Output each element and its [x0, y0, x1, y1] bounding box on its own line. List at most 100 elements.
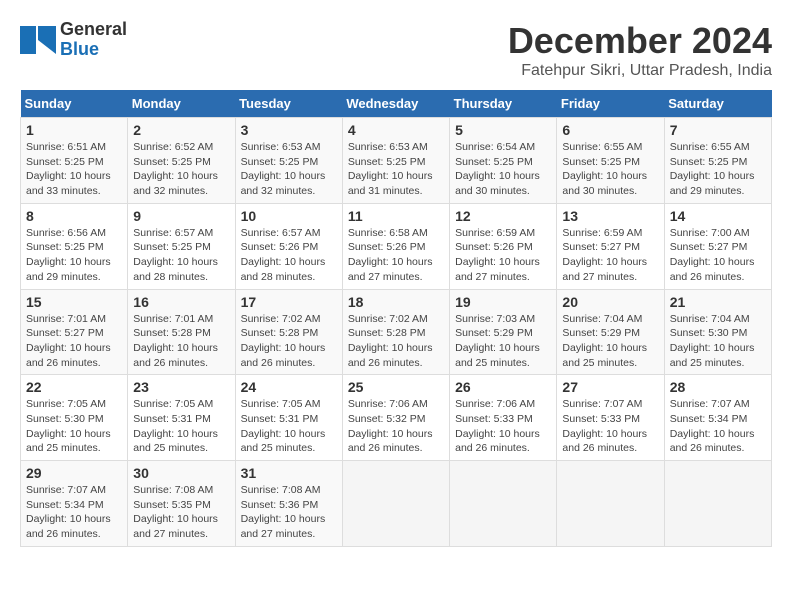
- day-info: Sunrise: 7:02 AMSunset: 5:28 PMDaylight:…: [348, 312, 444, 371]
- day-number: 3: [241, 122, 337, 138]
- logo-blue: Blue: [60, 40, 127, 60]
- day-info: Sunrise: 6:58 AMSunset: 5:26 PMDaylight:…: [348, 226, 444, 285]
- logo-general: General: [60, 19, 127, 39]
- table-row: [664, 461, 771, 547]
- day-info: Sunrise: 6:55 AMSunset: 5:25 PMDaylight:…: [562, 140, 658, 199]
- day-info: Sunrise: 7:00 AMSunset: 5:27 PMDaylight:…: [670, 226, 766, 285]
- day-number: 29: [26, 465, 122, 481]
- day-info: Sunrise: 7:06 AMSunset: 5:32 PMDaylight:…: [348, 397, 444, 456]
- table-row: 27Sunrise: 7:07 AMSunset: 5:33 PMDayligh…: [557, 375, 664, 461]
- table-row: 12 Sunrise: 6:59 AMSunset: 5:26 PMDayligh…: [450, 203, 557, 289]
- day-number: 26: [455, 379, 551, 395]
- day-info: Sunrise: 7:05 AMSunset: 5:31 PMDaylight:…: [133, 397, 229, 456]
- col-wednesday: Wednesday: [342, 90, 449, 118]
- table-row: [342, 461, 449, 547]
- table-row: 14 Sunrise: 7:00 AMSunset: 5:27 PMDayligh…: [664, 203, 771, 289]
- day-info: Sunrise: 7:01 AMSunset: 5:28 PMDaylight:…: [133, 312, 229, 371]
- month-title: December 2024: [508, 20, 772, 62]
- day-info: Sunrise: 6:51 AMSunset: 5:25 PMDaylight:…: [26, 140, 122, 199]
- day-number: 8: [26, 208, 122, 224]
- day-info: Sunrise: 7:05 AMSunset: 5:30 PMDaylight:…: [26, 397, 122, 456]
- table-row: 11 Sunrise: 6:58 AMSunset: 5:26 PMDayligh…: [342, 203, 449, 289]
- day-number: 24: [241, 379, 337, 395]
- table-row: 6 Sunrise: 6:55 AMSunset: 5:25 PMDaylight…: [557, 118, 664, 204]
- table-row: 25 Sunrise: 7:06 AMSunset: 5:32 PMDayligh…: [342, 375, 449, 461]
- day-info: Sunrise: 7:07 AMSunset: 5:34 PMDaylight:…: [26, 483, 122, 542]
- table-row: 23 Sunrise: 7:05 AMSunset: 5:31 PMDayligh…: [128, 375, 235, 461]
- calendar-week-4: 22 Sunrise: 7:05 AMSunset: 5:30 PMDayligh…: [21, 375, 772, 461]
- day-info: Sunrise: 6:59 AMSunset: 5:27 PMDaylight:…: [562, 226, 658, 285]
- table-row: 31Sunrise: 7:08 AMSunset: 5:36 PMDayligh…: [235, 461, 342, 547]
- day-number: 12: [455, 208, 551, 224]
- logo-icon: [20, 26, 56, 54]
- table-row: 4Sunrise: 6:53 AMSunset: 5:25 PMDaylight…: [342, 118, 449, 204]
- day-info: Sunrise: 7:01 AMSunset: 5:27 PMDaylight:…: [26, 312, 122, 371]
- day-number: 16: [133, 294, 229, 310]
- day-info: Sunrise: 6:57 AMSunset: 5:25 PMDaylight:…: [133, 226, 229, 285]
- day-info: Sunrise: 7:08 AMSunset: 5:35 PMDaylight:…: [133, 483, 229, 542]
- day-info: Sunrise: 6:52 AMSunset: 5:25 PMDaylight:…: [133, 140, 229, 199]
- day-number: 10: [241, 208, 337, 224]
- table-row: 18Sunrise: 7:02 AMSunset: 5:28 PMDayligh…: [342, 289, 449, 375]
- day-info: Sunrise: 6:57 AMSunset: 5:26 PMDaylight:…: [241, 226, 337, 285]
- table-row: 13 Sunrise: 6:59 AMSunset: 5:27 PMDayligh…: [557, 203, 664, 289]
- table-row: 7Sunrise: 6:55 AMSunset: 5:25 PMDaylight…: [664, 118, 771, 204]
- table-row: 3Sunrise: 6:53 AMSunset: 5:25 PMDaylight…: [235, 118, 342, 204]
- day-number: 30: [133, 465, 229, 481]
- calendar-week-3: 15 Sunrise: 7:01 AMSunset: 5:27 PMDayligh…: [21, 289, 772, 375]
- day-number: 13: [562, 208, 658, 224]
- day-info: Sunrise: 7:07 AMSunset: 5:34 PMDaylight:…: [670, 397, 766, 456]
- day-info: Sunrise: 7:02 AMSunset: 5:28 PMDaylight:…: [241, 312, 337, 371]
- day-info: Sunrise: 7:04 AMSunset: 5:30 PMDaylight:…: [670, 312, 766, 371]
- title-section: December 2024 Fatehpur Sikri, Uttar Prad…: [508, 20, 772, 80]
- day-number: 28: [670, 379, 766, 395]
- day-number: 27: [562, 379, 658, 395]
- table-row: 5 Sunrise: 6:54 AMSunset: 5:25 PMDaylight…: [450, 118, 557, 204]
- calendar-week-2: 8Sunrise: 6:56 AMSunset: 5:25 PMDaylight…: [21, 203, 772, 289]
- day-info: Sunrise: 6:59 AMSunset: 5:26 PMDaylight:…: [455, 226, 551, 285]
- day-number: 5: [455, 122, 551, 138]
- table-row: 8Sunrise: 6:56 AMSunset: 5:25 PMDaylight…: [21, 203, 128, 289]
- table-row: 16 Sunrise: 7:01 AMSunset: 5:28 PMDayligh…: [128, 289, 235, 375]
- table-row: 17Sunrise: 7:02 AMSunset: 5:28 PMDayligh…: [235, 289, 342, 375]
- table-row: [450, 461, 557, 547]
- day-number: 20: [562, 294, 658, 310]
- day-number: 11: [348, 208, 444, 224]
- table-row: [557, 461, 664, 547]
- table-row: 21 Sunrise: 7:04 AMSunset: 5:30 PMDayligh…: [664, 289, 771, 375]
- calendar-week-1: 1 Sunrise: 6:51 AMSunset: 5:25 PMDaylight…: [21, 118, 772, 204]
- col-monday: Monday: [128, 90, 235, 118]
- calendar-week-5: 29 Sunrise: 7:07 AMSunset: 5:34 PMDayligh…: [21, 461, 772, 547]
- day-number: 23: [133, 379, 229, 395]
- logo: General Blue: [20, 20, 127, 60]
- col-sunday: Sunday: [21, 90, 128, 118]
- day-number: 15: [26, 294, 122, 310]
- day-number: 21: [670, 294, 766, 310]
- day-number: 1: [26, 122, 122, 138]
- calendar-table: Sunday Monday Tuesday Wednesday Thursday…: [20, 90, 772, 547]
- col-tuesday: Tuesday: [235, 90, 342, 118]
- day-number: 22: [26, 379, 122, 395]
- day-number: 9: [133, 208, 229, 224]
- table-row: 20 Sunrise: 7:04 AMSunset: 5:29 PMDayligh…: [557, 289, 664, 375]
- table-row: 2Sunrise: 6:52 AMSunset: 5:25 PMDaylight…: [128, 118, 235, 204]
- table-row: 29 Sunrise: 7:07 AMSunset: 5:34 PMDayligh…: [21, 461, 128, 547]
- table-row: 15 Sunrise: 7:01 AMSunset: 5:27 PMDayligh…: [21, 289, 128, 375]
- day-info: Sunrise: 7:03 AMSunset: 5:29 PMDaylight:…: [455, 312, 551, 371]
- col-thursday: Thursday: [450, 90, 557, 118]
- table-row: 19 Sunrise: 7:03 AMSunset: 5:29 PMDayligh…: [450, 289, 557, 375]
- col-friday: Friday: [557, 90, 664, 118]
- table-row: 26Sunrise: 7:06 AMSunset: 5:33 PMDayligh…: [450, 375, 557, 461]
- day-info: Sunrise: 7:04 AMSunset: 5:29 PMDaylight:…: [562, 312, 658, 371]
- day-info: Sunrise: 6:54 AMSunset: 5:25 PMDaylight:…: [455, 140, 551, 199]
- table-row: 10 Sunrise: 6:57 AMSunset: 5:26 PMDayligh…: [235, 203, 342, 289]
- day-number: 14: [670, 208, 766, 224]
- day-info: Sunrise: 7:05 AMSunset: 5:31 PMDaylight:…: [241, 397, 337, 456]
- day-number: 19: [455, 294, 551, 310]
- day-number: 25: [348, 379, 444, 395]
- day-number: 6: [562, 122, 658, 138]
- table-row: 30 Sunrise: 7:08 AMSunset: 5:35 PMDayligh…: [128, 461, 235, 547]
- day-info: Sunrise: 6:53 AMSunset: 5:25 PMDaylight:…: [348, 140, 444, 199]
- day-info: Sunrise: 6:55 AMSunset: 5:25 PMDaylight:…: [670, 140, 766, 199]
- table-row: 1 Sunrise: 6:51 AMSunset: 5:25 PMDaylight…: [21, 118, 128, 204]
